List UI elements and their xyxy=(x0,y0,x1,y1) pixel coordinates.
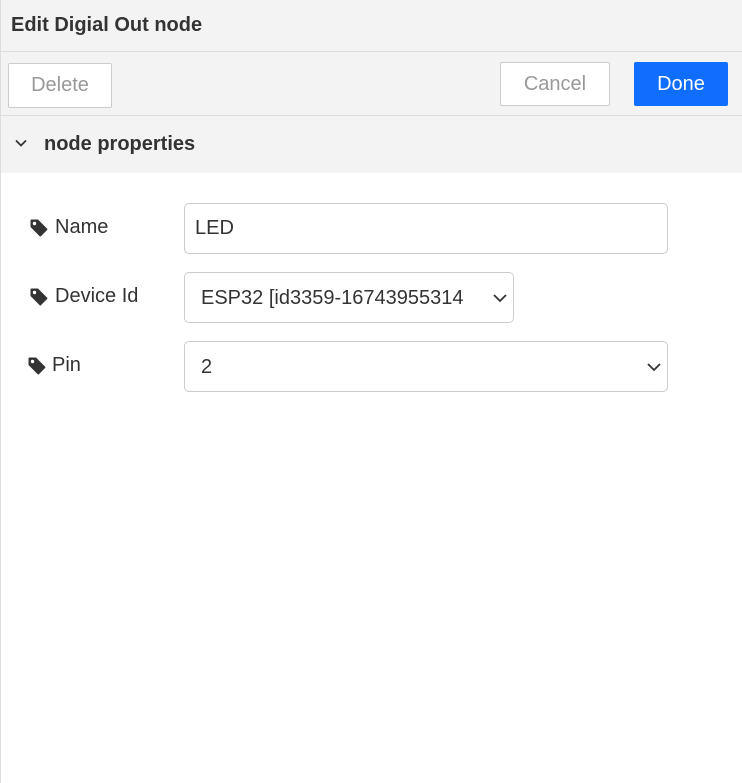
form-row-device-id: Device Id ESP32 [id3359-16743955314 xyxy=(1,272,742,323)
delete-button[interactable]: Delete xyxy=(8,63,112,108)
device-id-selected-value: ESP32 [id3359-16743955314 xyxy=(201,287,464,309)
done-button[interactable]: Done xyxy=(634,62,728,106)
tray-header: Edit Digial Out node xyxy=(1,0,742,52)
tray-title: Edit Digial Out node xyxy=(11,14,203,36)
device-id-select[interactable]: ESP32 [id3359-16743955314 xyxy=(184,272,514,323)
pin-select[interactable]: 2 xyxy=(184,341,668,392)
form-row-name: Name xyxy=(1,203,742,254)
chevron-down-icon xyxy=(646,361,662,373)
node-properties-section-header[interactable]: node properties xyxy=(1,116,742,173)
name-input[interactable] xyxy=(184,203,668,254)
pin-label: Pin xyxy=(52,354,81,376)
tag-icon xyxy=(28,357,46,375)
edit-node-tray: Edit Digial Out node Delete Cancel Done … xyxy=(0,0,742,783)
tag-icon xyxy=(30,219,48,237)
tag-icon xyxy=(30,288,48,306)
chevron-down-icon xyxy=(492,292,508,304)
form-row-pin: Pin 2 xyxy=(1,341,742,392)
device-id-label: Device Id xyxy=(55,285,139,307)
tray-toolbar: Delete Cancel Done xyxy=(1,52,742,116)
cancel-button[interactable]: Cancel xyxy=(500,62,610,106)
pin-selected-value: 2 xyxy=(201,356,213,378)
section-title: node properties xyxy=(44,133,196,155)
name-label: Name xyxy=(55,216,109,238)
chevron-down-icon xyxy=(15,139,27,147)
